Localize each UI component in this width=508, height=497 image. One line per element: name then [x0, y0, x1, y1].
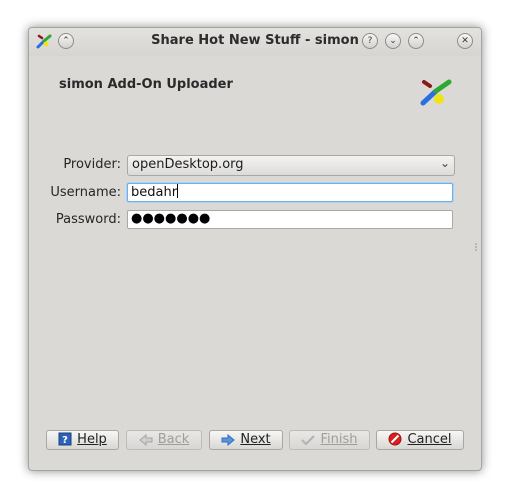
splitter-handle[interactable] [475, 243, 479, 251]
minimize-button[interactable]: ⌄ [385, 33, 401, 49]
help-icon: ? [58, 432, 72, 446]
finish-button[interactable]: Finish [289, 430, 370, 450]
finish-button-label: Finish [320, 432, 358, 447]
upload-dialog-window: ⌃ Share Hot New Stuff - simon ? ⌄ ⌃ ✕ si… [28, 27, 482, 471]
username-label: Username: [50, 185, 121, 200]
checkmark-icon [301, 435, 316, 446]
help-titlebar-button[interactable]: ? [362, 33, 378, 49]
svg-text:?: ? [62, 435, 68, 446]
provider-value: openDesktop.org [132, 157, 244, 172]
username-value: bedahr [131, 184, 179, 200]
arrow-left-icon [138, 434, 153, 446]
close-button[interactable]: ✕ [457, 33, 473, 49]
help-button-label: Help [77, 432, 107, 447]
shade-button[interactable]: ⌃ [58, 33, 74, 49]
title-bar[interactable]: ⌃ Share Hot New Stuff - simon ? ⌄ ⌃ ✕ [29, 28, 481, 56]
chevron-down-icon: ⌄ [439, 156, 450, 170]
next-button[interactable]: Next [209, 430, 283, 450]
back-button[interactable]: Back [126, 430, 202, 450]
username-input[interactable]: bedahr [127, 183, 453, 202]
cancel-button-label: Cancel [407, 432, 452, 447]
cancel-icon [388, 432, 402, 446]
page-title: simon Add-On Uploader [59, 77, 233, 92]
cancel-button[interactable]: Cancel [376, 430, 464, 450]
simon-logo-icon [420, 79, 452, 106]
text-caret [177, 184, 179, 198]
password-mask: ●●●●●●● [131, 211, 211, 226]
next-button-label: Next [240, 432, 271, 447]
password-input[interactable]: ●●●●●●● [127, 210, 453, 229]
provider-dropdown[interactable]: openDesktop.org ⌄ [127, 155, 455, 176]
simon-app-icon[interactable] [36, 33, 52, 49]
help-button[interactable]: ? Help [46, 430, 119, 450]
back-button-label: Back [157, 432, 190, 447]
arrow-right-icon [221, 434, 236, 446]
provider-label: Provider: [63, 157, 121, 172]
wizard-button-bar: ? Help Back Next Finish Cancel [29, 430, 481, 452]
password-label: Password: [55, 212, 121, 227]
maximize-button[interactable]: ⌃ [408, 33, 424, 49]
